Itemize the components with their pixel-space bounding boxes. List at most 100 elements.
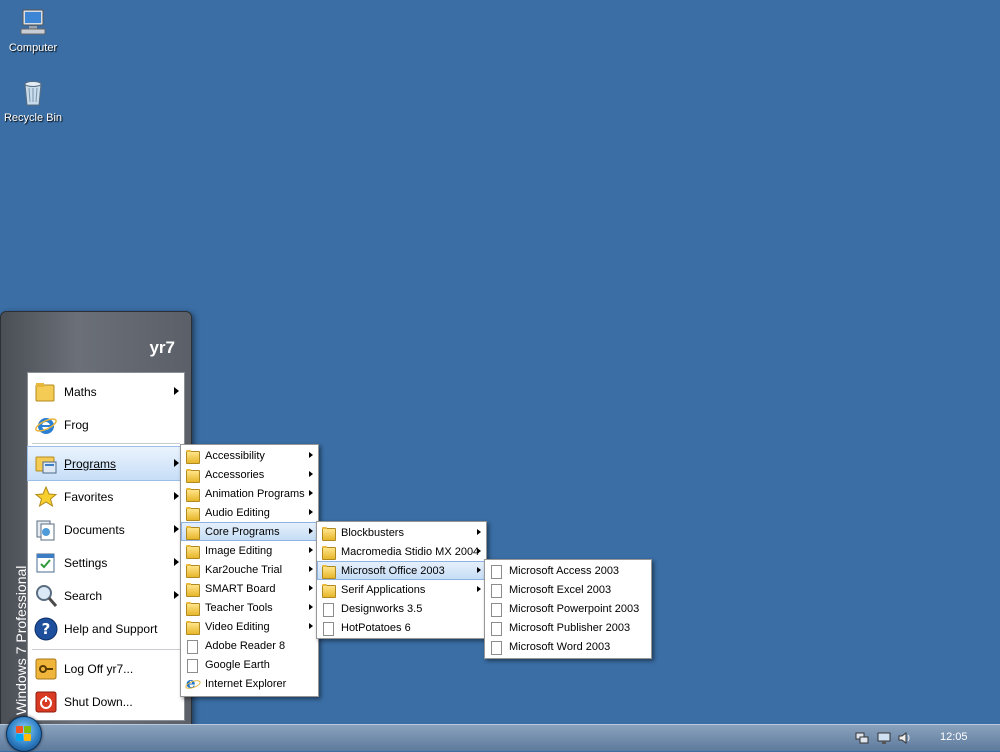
display-icon[interactable]	[877, 731, 891, 745]
menu-item-label: Macromedia Stidio MX 2004	[341, 545, 480, 558]
menu-item-access[interactable]: Microsoft Access 2003	[485, 561, 651, 580]
submenu-arrow-icon	[477, 586, 481, 592]
menu-item-label: Teacher Tools	[205, 601, 273, 614]
menu-item-animation-programs[interactable]: Animation Programs	[181, 484, 318, 503]
documents-icon	[34, 518, 58, 542]
start-item-help[interactable]: ? Help and Support	[28, 612, 184, 645]
start-item-log-off[interactable]: Log Off yr7...	[28, 652, 184, 685]
svg-text:?: ?	[42, 620, 51, 638]
start-menu: yr7 Windows 7 Professional Maths Frog Pr…	[0, 311, 192, 726]
menu-item-designworks[interactable]: Designworks 3.5	[317, 599, 486, 618]
submenu-arrow-icon	[309, 509, 313, 515]
clock[interactable]: 12:05	[940, 731, 968, 743]
submenu-arrow-icon	[477, 567, 481, 573]
start-item-label: Search	[64, 588, 103, 603]
menu-item-serif-applications[interactable]: Serif Applications	[317, 580, 486, 599]
start-item-label: Log Off yr7...	[64, 661, 134, 676]
folder-icon	[185, 487, 200, 502]
start-item-search[interactable]: Search	[28, 579, 184, 612]
menu-item-excel[interactable]: Microsoft Excel 2003	[485, 580, 651, 599]
desktop-icon-recycle-bin[interactable]: Recycle Bin	[0, 76, 68, 124]
office-menu: Microsoft Access 2003 Microsoft Excel 20…	[484, 559, 652, 659]
document-icon	[185, 639, 199, 654]
network-icon[interactable]	[855, 731, 869, 745]
menu-separator	[32, 649, 180, 650]
start-item-frog[interactable]: Frog	[28, 408, 184, 441]
start-button[interactable]	[6, 716, 42, 752]
key-icon	[34, 657, 58, 681]
menu-item-publisher[interactable]: Microsoft Publisher 2003	[485, 618, 651, 637]
folder-icon	[321, 564, 336, 579]
desktop-icon-computer[interactable]: Computer	[0, 6, 68, 54]
menu-item-powerpoint[interactable]: Microsoft Powerpoint 2003	[485, 599, 651, 618]
menu-item-label: Image Editing	[205, 544, 273, 557]
volume-icon[interactable]	[898, 731, 912, 745]
document-icon	[185, 658, 199, 673]
document-icon	[321, 602, 335, 617]
menu-item-google-earth[interactable]: Google Earth	[181, 655, 318, 674]
menu-item-label: Core Programs	[205, 525, 280, 538]
internet-explorer-icon	[34, 413, 58, 437]
folder-icon	[321, 545, 336, 560]
submenu-arrow-icon	[174, 459, 179, 467]
start-item-favorites[interactable]: Favorites	[28, 480, 184, 513]
folder-icon	[185, 582, 200, 597]
start-item-label: Maths	[64, 384, 97, 399]
document-icon	[489, 564, 503, 579]
menu-item-label: Adobe Reader 8	[205, 639, 286, 652]
menu-item-label: Accessibility	[205, 449, 265, 462]
menu-item-label: Kar2ouche Trial	[205, 563, 283, 576]
document-icon	[489, 602, 503, 617]
menu-item-label: Microsoft Access 2003	[509, 564, 620, 577]
start-menu-panel: Maths Frog Programs Favorites Documents …	[27, 372, 185, 721]
document-icon	[489, 621, 503, 636]
start-item-programs[interactable]: Programs	[27, 446, 185, 481]
menu-item-core-programs[interactable]: Core Programs	[181, 522, 318, 541]
start-item-maths[interactable]: Maths	[28, 375, 184, 408]
menu-item-audio-editing[interactable]: Audio Editing	[181, 503, 318, 522]
folder-icon	[185, 620, 200, 635]
folder-icon	[185, 468, 200, 483]
menu-item-internet-explorer[interactable]: Internet Explorer	[181, 674, 318, 693]
start-item-label: Documents	[64, 522, 125, 537]
submenu-arrow-icon	[309, 490, 313, 496]
menu-item-image-editing[interactable]: Image Editing	[181, 541, 318, 560]
core-programs-menu: Blockbusters Macromedia Stidio MX 2004 M…	[316, 521, 487, 639]
document-icon	[489, 640, 503, 655]
folder-icon	[321, 583, 336, 598]
menu-item-blockbusters[interactable]: Blockbusters	[317, 523, 486, 542]
submenu-arrow-icon	[477, 529, 481, 535]
menu-item-label: Microsoft Office 2003	[341, 564, 445, 577]
menu-item-adobe-reader[interactable]: Adobe Reader 8	[181, 636, 318, 655]
submenu-arrow-icon	[309, 623, 313, 629]
menu-separator	[32, 443, 180, 444]
folder-icon	[185, 449, 200, 464]
submenu-arrow-icon	[174, 387, 179, 395]
windows-logo-icon	[16, 726, 32, 742]
menu-item-hotpotatoes[interactable]: HotPotatoes 6	[317, 618, 486, 637]
submenu-arrow-icon	[174, 591, 179, 599]
menu-item-smart-board[interactable]: SMART Board	[181, 579, 318, 598]
user-name: yr7	[149, 338, 175, 357]
start-item-label: Settings	[64, 555, 108, 570]
start-item-label: Shut Down...	[64, 694, 133, 709]
start-item-settings[interactable]: Settings	[28, 546, 184, 579]
desktop-icon-label: Recycle Bin	[3, 112, 63, 124]
help-icon: ?	[34, 617, 58, 641]
menu-item-word[interactable]: Microsoft Word 2003	[485, 637, 651, 656]
start-item-shut-down[interactable]: Shut Down...	[28, 685, 184, 718]
folder-icon	[185, 563, 200, 578]
menu-item-label: Video Editing	[205, 620, 270, 633]
menu-item-microsoft-office[interactable]: Microsoft Office 2003	[317, 561, 486, 580]
menu-item-accessibility[interactable]: Accessibility	[181, 446, 318, 465]
menu-item-teacher-tools[interactable]: Teacher Tools	[181, 598, 318, 617]
menu-item-label: Microsoft Excel 2003	[509, 583, 612, 596]
menu-item-label: Microsoft Word 2003	[509, 640, 611, 653]
menu-item-label: Animation Programs	[205, 487, 305, 500]
menu-item-accessories[interactable]: Accessories	[181, 465, 318, 484]
start-item-documents[interactable]: Documents	[28, 513, 184, 546]
menu-item-macromedia[interactable]: Macromedia Stidio MX 2004	[317, 542, 486, 561]
submenu-arrow-icon	[174, 558, 179, 566]
menu-item-kar2ouche-trial[interactable]: Kar2ouche Trial	[181, 560, 318, 579]
menu-item-video-editing[interactable]: Video Editing	[181, 617, 318, 636]
